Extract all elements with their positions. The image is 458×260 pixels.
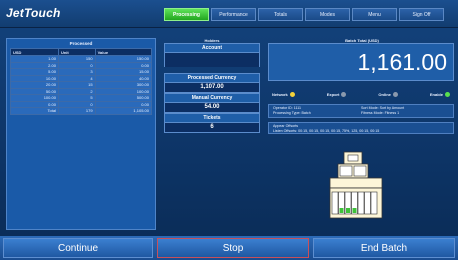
batch-panel: Batch Total (USD) 1,161.00 Network Expor…: [268, 38, 456, 134]
tab-modes[interactable]: Modes: [305, 8, 350, 21]
status-indicator-icon: [341, 91, 347, 97]
processed-currency-label: Processed Currency: [187, 75, 237, 81]
account-box[interactable]: Account: [164, 43, 260, 67]
manual-currency-label: Manual Currency: [191, 95, 233, 101]
status-network-label: Network: [272, 91, 288, 97]
tab-performance[interactable]: Performance: [211, 8, 256, 21]
table-cell: 1,105.00: [94, 107, 153, 115]
processed-panel-title: Processed: [69, 41, 93, 46]
status-bar: Network Export Online Enable: [268, 89, 454, 99]
operator-info-left: Operator ID: 1111 Processing Type: Batch: [273, 106, 361, 116]
table-header-row: USD Unit Value: [10, 48, 153, 56]
status-indicator-icon: [289, 91, 295, 97]
batch-total-box: 1,161.00: [268, 43, 454, 81]
tickets-box[interactable]: Tickets 6: [164, 113, 260, 133]
operator-info-right: Sort Mode: Sort by Amount Fitness Mode: …: [361, 106, 449, 116]
table-cell: 179: [57, 107, 96, 115]
status-online: Online: [378, 89, 398, 99]
app-logo: JetTouch: [6, 6, 61, 20]
processed-panel: Processed USD Unit Value 1.00 150 150.00…: [6, 38, 156, 230]
column-header-value: Value: [94, 48, 153, 56]
status-export-label: Export: [326, 91, 340, 97]
processing-type-text: Processing Type: Batch: [273, 110, 311, 115]
stop-button[interactable]: Stop: [157, 238, 309, 258]
end-batch-button[interactable]: End Batch: [313, 238, 455, 258]
tickets-value: 6: [165, 122, 259, 132]
manual-currency-value: 54.00: [165, 102, 259, 112]
tickets-label: Tickets: [203, 115, 221, 121]
status-indicator-icon: [444, 91, 450, 97]
column-header-usd: USD: [10, 48, 59, 56]
main-tabs: Processing Performance Totals Modes Menu…: [164, 8, 446, 21]
operator-info-box: Operator ID: 1111 Processing Type: Batch…: [268, 104, 454, 118]
processed-currency-box: Processed Currency 1,107.00: [164, 73, 260, 93]
machine-diagram-icon: [329, 151, 383, 219]
tab-menu[interactable]: Menu: [352, 8, 397, 21]
offsorts-info-box: Appear Offsorts Listen Offsorts: 00:15, …: [268, 122, 454, 134]
tab-processing[interactable]: Processing: [164, 8, 209, 21]
status-enable-label: Enable: [429, 91, 443, 97]
bottom-action-bar: Continue Stop End Batch: [0, 236, 458, 260]
top-bar: JetTouch Processing Performance Totals M…: [0, 0, 458, 28]
continue-button[interactable]: Continue: [3, 238, 153, 258]
table-cell: Total: [10, 107, 59, 115]
column-header-unit: Unit: [57, 48, 96, 56]
status-indicator-icon: [392, 91, 398, 97]
batch-total-value: 1,161.00: [357, 49, 447, 75]
processed-table: USD Unit Value 1.00 150 150.00 2.00 0 0.…: [10, 48, 153, 115]
holders-panel: Holders Account Processed Currency 1,107…: [163, 38, 261, 188]
status-enable: Enable: [430, 89, 450, 99]
status-online-label: Online: [378, 91, 391, 97]
fitness-mode-text: Fitness Mode: Fitness 1: [361, 110, 400, 115]
status-network: Network: [272, 89, 295, 99]
manual-currency-box[interactable]: Manual Currency 54.00: [164, 93, 260, 113]
offsorts-values-text: Listen Offsorts: 00:15, 00:15, 00:15, 00…: [273, 128, 380, 133]
processed-currency-value: 1,107.00: [165, 82, 259, 92]
app-window: JetTouch Processing Performance Totals M…: [0, 0, 458, 260]
account-label: Account: [202, 45, 222, 51]
table-total-row: Total 179 1,105.00: [10, 107, 153, 115]
account-value: [165, 52, 259, 67]
tab-sign-off[interactable]: Sign Off: [399, 8, 444, 21]
status-export: Export: [327, 89, 347, 99]
tab-totals[interactable]: Totals: [258, 8, 303, 21]
